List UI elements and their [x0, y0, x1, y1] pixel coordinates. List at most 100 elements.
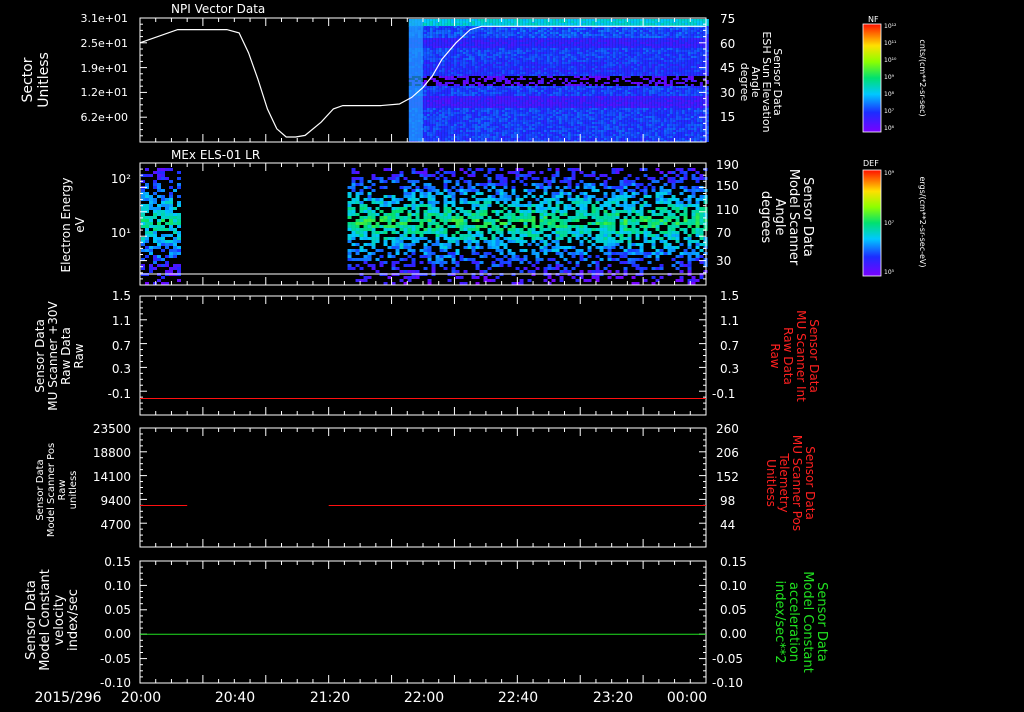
- npi-heat-cell: [435, 92, 439, 94]
- npi-heat-cell: [645, 28, 649, 30]
- npi-heat-cell: [573, 60, 577, 62]
- npi-heat-cell: [648, 21, 652, 23]
- npi-heat-cell: [549, 92, 553, 94]
- npi-heat-cell: [459, 114, 463, 116]
- npi-heat-cell: [480, 62, 484, 64]
- npi-heat-cell: [432, 36, 436, 38]
- npi-heat-cell: [540, 92, 544, 94]
- npi-heat-cell: [489, 102, 493, 104]
- npi-heat-cell: [525, 70, 529, 72]
- npi-heat-cell: [606, 86, 610, 88]
- npi-heat-cell: [462, 84, 466, 86]
- npi-heat-cell: [435, 106, 439, 108]
- npi-heat-cell: [615, 98, 619, 100]
- npi-heat-cell: [624, 124, 628, 126]
- npi-heat-cell: [549, 64, 553, 66]
- npi-heat-cell: [510, 32, 514, 34]
- npi-heat-cell: [657, 44, 661, 46]
- npi-heat-cell: [606, 104, 610, 106]
- npi-heat-cell: [531, 86, 535, 88]
- npi-heat-cell: [480, 132, 484, 134]
- npi-heat-cell: [516, 36, 520, 38]
- npi-heat-cell: [618, 114, 622, 116]
- npi-heat-cell: [603, 48, 607, 50]
- npi-heat-cell: [651, 118, 655, 120]
- npi-heat-cell: [588, 58, 592, 60]
- npi-heat-cell: [609, 90, 613, 92]
- npi-heat-cell: [609, 66, 613, 68]
- npi-heat-cell: [570, 98, 574, 100]
- npi-heat-cell: [648, 118, 652, 120]
- npi-heat-cell: [573, 23, 577, 25]
- npi-heat-cell: [528, 126, 532, 128]
- npi-heat-cell: [624, 94, 628, 96]
- npi-heat-cell: [477, 46, 481, 48]
- npi-heat-cell: [555, 136, 559, 138]
- npi-heat-cell: [552, 116, 556, 118]
- npi-heat-cell: [636, 60, 640, 62]
- npi-heat-cell: [612, 106, 616, 108]
- npi-heat-cell: [633, 106, 637, 108]
- npi-heat-cell: [441, 84, 445, 86]
- npi-heat-cell: [471, 102, 475, 104]
- npi-heat-cell: [423, 106, 427, 108]
- npi-heat-cell: [447, 21, 451, 23]
- npi-heat-cell: [468, 42, 472, 44]
- npi-heat-cell: [471, 134, 475, 136]
- npi-heat-cell: [573, 116, 577, 118]
- npi-heat-cell: [477, 116, 481, 118]
- npi-heat-cell: [450, 86, 454, 88]
- npi-heat-cell: [576, 32, 580, 34]
- npi-heat-cell: [480, 48, 484, 50]
- npi-heat-cell: [645, 62, 649, 64]
- npi-heat-cell: [453, 48, 457, 50]
- npi-heat-cell: [447, 128, 451, 130]
- npi-heat-cell: [579, 94, 583, 96]
- npi-heat-cell: [600, 66, 604, 68]
- npi-heat-cell: [528, 122, 532, 124]
- npi-heat-cell: [504, 42, 508, 44]
- npi-heat-cell: [585, 88, 589, 90]
- npi-heat-cell: [486, 70, 490, 72]
- npi-heat-cell: [576, 50, 580, 52]
- npi-heat-cell: [606, 132, 610, 134]
- npi-heat-cell: [597, 40, 601, 42]
- npi-heat-cell: [570, 42, 574, 44]
- npi-heat-cell: [540, 128, 544, 130]
- npi-heat-cell: [651, 56, 655, 58]
- npi-heat-cell: [471, 116, 475, 118]
- npi-heat-cell: [639, 100, 643, 102]
- npi-heat-cell: [435, 116, 439, 118]
- npi-heat-cell: [633, 19, 637, 21]
- npi-heat-cell: [498, 90, 502, 92]
- npi-heat-cell: [555, 42, 559, 44]
- npi-heat-cell: [462, 74, 466, 76]
- npi-heat-cell: [522, 130, 526, 132]
- npi-heat-cell: [648, 94, 652, 96]
- npi-heat-cell: [567, 74, 571, 76]
- npi-heat-cell: [642, 120, 646, 122]
- npi-heat-cell: [567, 130, 571, 132]
- npi-heat-cell: [450, 42, 454, 44]
- npi-heat-cell: [621, 19, 625, 21]
- npi-heat-cell: [531, 40, 535, 42]
- npi-heat-cell: [534, 114, 538, 116]
- npi-heat-cell: [537, 102, 541, 104]
- npi-heat-cell: [528, 34, 532, 36]
- npi-heat-cell: [489, 64, 493, 66]
- npi-heat-cell: [522, 90, 526, 92]
- npi-heat-cell: [597, 66, 601, 68]
- npi-heat-cell: [504, 40, 508, 42]
- npi-heat-cell: [594, 72, 598, 74]
- npi-heat-cell: [525, 62, 529, 64]
- npi-heat-cell: [600, 46, 604, 48]
- npi-heat-cell: [531, 30, 535, 32]
- npi-heat-cell: [456, 26, 460, 28]
- npi-heat-cell: [588, 116, 592, 118]
- npi-heat-cell: [468, 32, 472, 34]
- npi-heat-cell: [555, 92, 559, 94]
- npi-heat-cell: [576, 76, 580, 78]
- npi-heat-cell: [558, 42, 562, 44]
- npi-heat-cell: [657, 36, 661, 38]
- npi-heat-cell: [507, 82, 511, 84]
